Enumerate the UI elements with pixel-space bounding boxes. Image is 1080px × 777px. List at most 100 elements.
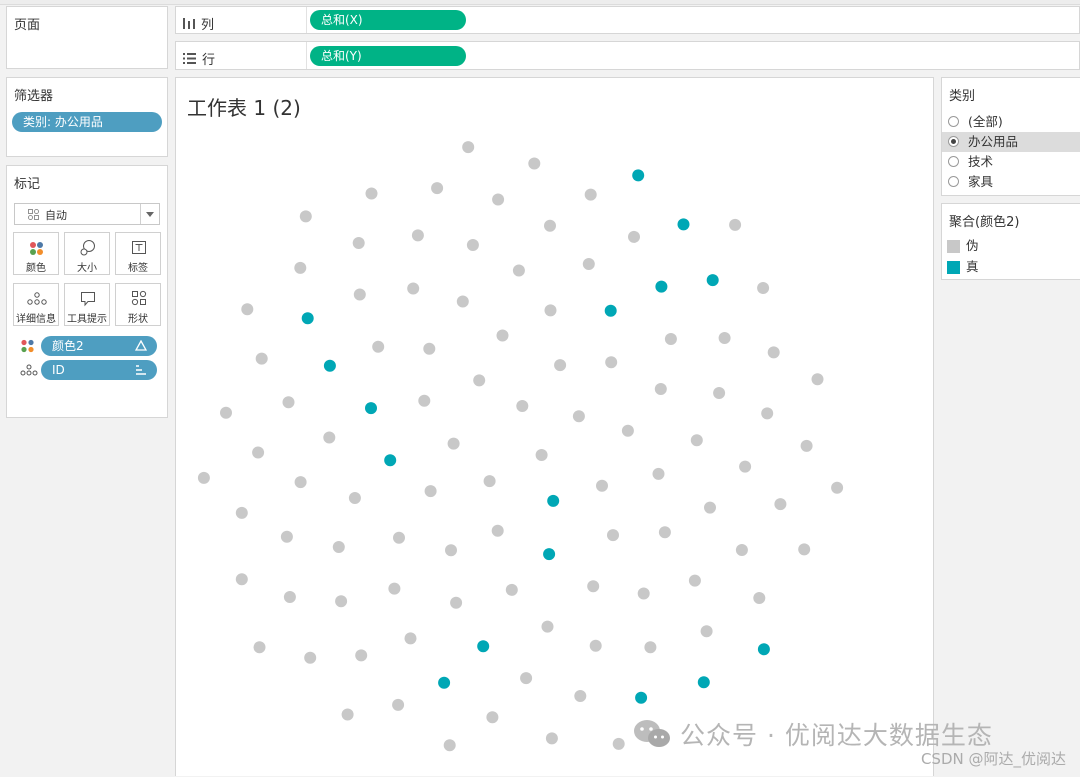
scatter-point-false[interactable] (761, 407, 774, 420)
filters-card[interactable]: 筛选器 类别: 办公用品 (6, 77, 168, 157)
scatter-point-false[interactable] (516, 400, 529, 412)
scatter-point-true[interactable] (301, 312, 314, 325)
radio-button-selected[interactable] (948, 136, 959, 147)
scatter-point-false[interactable] (411, 229, 424, 242)
scatter-point-false[interactable] (492, 193, 505, 206)
scatter-point-false[interactable] (235, 506, 248, 519)
scatter-point-false[interactable] (735, 544, 748, 556)
scatter-point-false[interactable] (407, 282, 420, 295)
scatter-point-true[interactable] (632, 169, 645, 182)
scatter-point-false[interactable] (418, 394, 431, 407)
scatter-point-false[interactable] (739, 460, 752, 473)
scatter-point-false[interactable] (545, 732, 558, 745)
scatter-point-false[interactable] (388, 582, 401, 595)
shape-button[interactable]: 形状 (115, 283, 161, 326)
scatter-point-false[interactable] (811, 373, 824, 386)
scatter-point-false[interactable] (355, 649, 368, 662)
scatter-plot[interactable] (176, 78, 933, 777)
scatter-point-false[interactable] (423, 342, 436, 355)
category-option-tech[interactable]: 技术 (942, 152, 1080, 172)
radio-button[interactable] (948, 116, 959, 127)
scatter-point-true[interactable] (543, 548, 556, 561)
scatter-point-false[interactable] (241, 303, 254, 316)
scatter-point-false[interactable] (587, 580, 600, 593)
scatter-point-false[interactable] (304, 651, 317, 664)
scatter-point-true[interactable] (323, 359, 336, 372)
scatter-point-false[interactable] (607, 529, 619, 542)
marks-field-color2[interactable]: 颜色2 (41, 336, 157, 356)
scatter-point-false[interactable] (424, 485, 437, 498)
scatter-point-false[interactable] (220, 406, 232, 419)
scatter-point-false[interactable] (535, 449, 548, 461)
scatter-point-false[interactable] (798, 543, 811, 556)
size-button[interactable]: 大小 (64, 232, 110, 275)
scatter-point-false[interactable] (445, 544, 457, 557)
scatter-point-false[interactable] (605, 356, 618, 369)
scatter-point-true[interactable] (757, 643, 770, 656)
scatter-point-false[interactable] (528, 157, 541, 170)
scatter-point-true[interactable] (365, 402, 377, 415)
scatter-point-false[interactable] (404, 632, 417, 645)
scatter-point-false[interactable] (235, 573, 248, 586)
mark-type-dropdown[interactable]: 自动 (14, 203, 160, 225)
rows-shelf[interactable]: 行 总和(Y) (175, 41, 1080, 70)
color-legend-item-false[interactable]: 伪 (942, 236, 1080, 256)
scatter-point-false[interactable] (664, 333, 677, 345)
scatter-point-false[interactable] (443, 739, 456, 752)
scatter-point-true[interactable] (635, 691, 648, 704)
scatter-point-false[interactable] (393, 531, 405, 544)
scatter-point-true[interactable] (604, 304, 617, 317)
scatter-point-false[interactable] (572, 410, 585, 423)
scatter-point-false[interactable] (372, 340, 385, 353)
scatter-point-false[interactable] (658, 526, 671, 539)
scatter-point-false[interactable] (252, 446, 265, 459)
scatter-point-true[interactable] (547, 494, 560, 507)
scatter-point-false[interactable] (544, 219, 556, 232)
label-button[interactable]: 标签 (115, 232, 161, 275)
scatter-point-false[interactable] (505, 583, 518, 596)
scatter-point-false[interactable] (757, 282, 770, 294)
scatter-point-false[interactable] (541, 620, 554, 633)
scatter-point-false[interactable] (582, 258, 595, 270)
category-option-office[interactable]: 办公用品 (942, 132, 1080, 152)
scatter-point-false[interactable] (612, 737, 625, 750)
scatter-point-false[interactable] (365, 187, 378, 200)
scatter-point-false[interactable] (512, 264, 525, 277)
scatter-point-false[interactable] (473, 374, 486, 387)
scatter-point-true[interactable] (697, 676, 710, 689)
scatter-point-false[interactable] (341, 708, 354, 721)
scatter-point-false[interactable] (544, 304, 557, 317)
scatter-point-false[interactable] (718, 332, 731, 344)
scatter-point-false[interactable] (729, 218, 742, 231)
scatter-point-false[interactable] (282, 396, 295, 409)
scatter-point-false[interactable] (584, 188, 597, 201)
scatter-point-false[interactable] (450, 596, 463, 609)
scatter-point-false[interactable] (704, 501, 716, 514)
pages-card[interactable]: 页面 (6, 6, 168, 69)
scatter-point-false[interactable] (253, 641, 266, 654)
scatter-point-false[interactable] (323, 431, 336, 444)
scatter-point-true[interactable] (477, 640, 490, 653)
radio-button[interactable] (948, 156, 959, 167)
scatter-point-false[interactable] (255, 352, 268, 365)
scatter-point-false[interactable] (654, 383, 667, 395)
scatter-point-false[interactable] (574, 690, 587, 702)
scatter-point-false[interactable] (637, 587, 650, 600)
scatter-point-false[interactable] (486, 711, 499, 724)
scatter-point-false[interactable] (348, 492, 361, 504)
scatter-point-true[interactable] (655, 280, 668, 293)
dropdown-arrow-area[interactable] (140, 204, 159, 224)
scatter-point-false[interactable] (491, 524, 504, 537)
scatter-point-true[interactable] (384, 454, 397, 467)
color-button[interactable]: 颜色 (13, 232, 59, 275)
scatter-point-true[interactable] (677, 218, 690, 231)
tooltip-button[interactable]: 工具提示 (64, 283, 110, 326)
scatter-point-false[interactable] (713, 387, 726, 399)
scatter-point-false[interactable] (767, 346, 780, 359)
scatter-point-true[interactable] (706, 274, 719, 287)
scatter-point-false[interactable] (483, 475, 496, 488)
scatter-point-true[interactable] (438, 676, 451, 689)
worksheet-view[interactable]: 工作表 1 (2) (175, 77, 934, 776)
scatter-point-false[interactable] (596, 479, 608, 492)
scatter-point-false[interactable] (294, 476, 307, 489)
